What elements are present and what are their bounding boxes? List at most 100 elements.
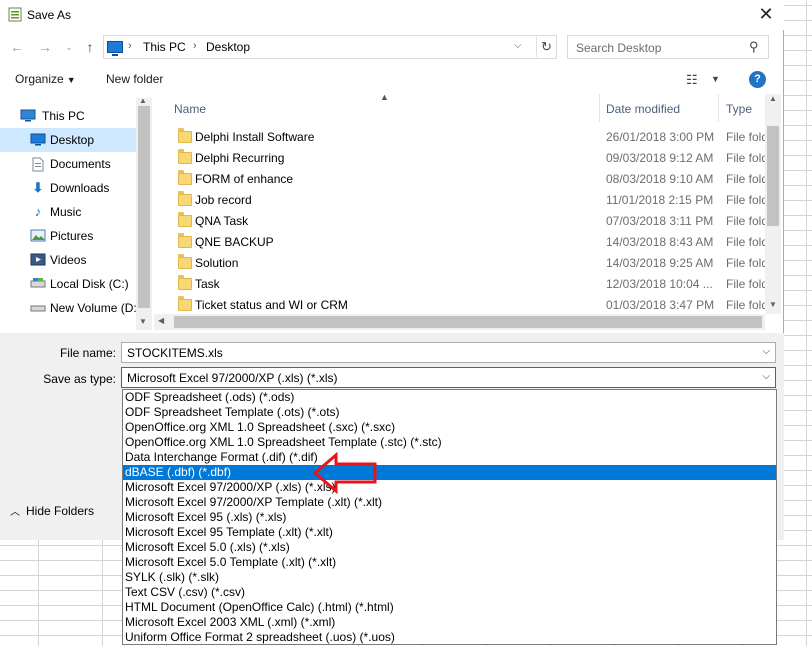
file-type-option[interactable]: Data Interchange Format (.dif) (*.dif): [123, 450, 776, 465]
downloads-icon: ⬇: [32, 180, 44, 195]
folder-icon: [178, 212, 192, 227]
nav-item-label: Desktop: [50, 133, 95, 147]
file-name: Solution: [195, 256, 239, 270]
file-type-option[interactable]: SYLK (.slk) (*.slk): [123, 570, 776, 585]
scroll-down-arrow-icon[interactable]: ▼: [769, 300, 777, 309]
file-type-option[interactable]: Microsoft Excel 97/2000/XP (.xls) (*.xls…: [123, 480, 776, 495]
nav-item-videos[interactable]: Videos: [0, 248, 136, 272]
save-as-type-select[interactable]: Microsoft Excel 97/2000/XP (.xls) (*.xls…: [121, 367, 776, 388]
column-header-date-modified[interactable]: Date modified: [606, 102, 680, 116]
desktop-icon: [30, 133, 46, 147]
file-type-option[interactable]: Text CSV (.csv) (*.csv): [123, 585, 776, 600]
file-name-label: File name:: [59, 346, 116, 360]
save-as-type-dropdown-list[interactable]: ODF Spreadsheet (.ods) (*.ods) ODF Spread…: [122, 389, 777, 645]
window-title: Save As: [27, 8, 72, 22]
file-row[interactable]: Ticket status and WI or CRM 01/03/2018 3:…: [154, 295, 765, 316]
folder-icon: [178, 254, 192, 269]
column-header-type[interactable]: Type: [726, 102, 752, 116]
nav-item-pictures[interactable]: Pictures: [0, 224, 136, 248]
chevron-down-icon[interactable]: ⌵: [762, 371, 770, 382]
file-row[interactable]: Job record 11/01/2018 2:15 PM File folder: [154, 190, 765, 211]
pictures-icon: [30, 229, 46, 243]
scroll-up-arrow-icon[interactable]: ▲: [139, 96, 147, 105]
scroll-left-arrow-icon[interactable]: ◀: [158, 316, 164, 325]
file-type-option[interactable]: HTML Document (OpenOffice Calc) (.html) …: [123, 600, 776, 615]
chevron-down-icon[interactable]: ▼: [711, 74, 720, 84]
refresh-icon[interactable]: ↻: [536, 37, 556, 57]
file-list-vertical-scrollbar[interactable]: ▲ ▼: [765, 94, 781, 314]
file-type-option[interactable]: ODF Spreadsheet Template (.ots) (*.ots): [123, 405, 776, 420]
organize-button[interactable]: Organize ▼: [15, 72, 76, 86]
forward-arrow-icon[interactable]: →: [36, 38, 54, 56]
recent-locations-chevron-icon[interactable]: ⌄: [60, 38, 78, 56]
column-header-name[interactable]: Name: [174, 102, 206, 116]
file-row[interactable]: Task 12/03/2018 10:04 ... File folder: [154, 274, 765, 295]
up-arrow-icon[interactable]: ↑: [81, 38, 99, 56]
scrollbar-thumb[interactable]: [138, 106, 150, 308]
breadcrumb-desktop[interactable]: Desktop: [206, 40, 250, 54]
folder-icon: [178, 128, 192, 143]
file-list-horizontal-scrollbar[interactable]: ◀: [154, 314, 765, 330]
file-name: Task: [195, 277, 220, 291]
file-date-modified: 12/03/2018 10:04 ...: [606, 277, 713, 291]
file-row[interactable]: QNA Task 07/03/2018 3:11 PM File folder: [154, 211, 765, 232]
nav-item-music[interactable]: ♪ Music: [0, 200, 136, 224]
nav-item-local-disk[interactable]: Local Disk (C:): [0, 272, 136, 296]
file-type-option[interactable]: Microsoft Excel 95 Template (.xlt) (*.xl…: [123, 525, 776, 540]
scrollbar-thumb[interactable]: [767, 126, 779, 226]
scrollbar-thumb[interactable]: [174, 316, 762, 328]
file-type-option[interactable]: Microsoft Excel 5.0 Template (.xlt) (*.x…: [123, 555, 776, 570]
file-row[interactable]: QNE BACKUP 14/03/2018 8:43 AM File folder: [154, 232, 765, 253]
file-type: File folder: [726, 214, 765, 228]
view-options-icon[interactable]: ☷: [686, 72, 698, 88]
chevron-down-icon[interactable]: ⌵: [762, 346, 770, 357]
nav-item-downloads[interactable]: ⬇ Downloads: [0, 176, 136, 200]
navigation-pane: This PC Desktop Documents ⬇ Downloads ♪ …: [0, 96, 152, 330]
nav-item-this-pc[interactable]: This PC: [0, 104, 136, 128]
search-box[interactable]: ⚲: [567, 35, 769, 59]
file-type-option[interactable]: dBASE (.dbf) (*.dbf): [123, 465, 776, 480]
file-name-field[interactable]: STOCKITEMS.xls ⌵: [121, 342, 776, 363]
nav-item-new-volume[interactable]: New Volume (D:: [0, 296, 137, 320]
file-row[interactable]: Delphi Install Software 26/01/2018 3:00 P…: [154, 127, 765, 148]
scroll-down-arrow-icon[interactable]: ▼: [139, 317, 147, 326]
file-type: File folder: [726, 172, 765, 186]
back-arrow-icon[interactable]: ←: [8, 38, 26, 56]
nav-item-label: New Volume (D:: [50, 301, 137, 315]
drive-icon: [30, 277, 46, 291]
file-type-option[interactable]: Microsoft Excel 5.0 (.xls) (*.xls): [123, 540, 776, 555]
file-type-option[interactable]: Microsoft Excel 95 (.xls) (*.xls): [123, 510, 776, 525]
file-date-modified: 14/03/2018 8:43 AM: [606, 235, 714, 249]
file-name: Delphi Install Software: [195, 130, 315, 144]
chevron-down-icon: ▼: [66, 75, 76, 85]
nav-pane-scrollbar[interactable]: ▲ ▼: [136, 96, 152, 330]
search-input[interactable]: [576, 40, 746, 55]
file-type: File folder: [726, 151, 765, 165]
file-row[interactable]: Solution 14/03/2018 9:25 AM File folder: [154, 253, 765, 274]
file-name: Ticket status and WI or CRM: [195, 298, 348, 312]
file-type-option[interactable]: OpenOffice.org XML 1.0 Spreadsheet (.sxc…: [123, 420, 776, 435]
file-type-option[interactable]: Microsoft Excel 2003 XML (.xml) (*.xml): [123, 615, 776, 630]
new-folder-button[interactable]: New folder: [106, 72, 163, 86]
scroll-up-arrow-icon[interactable]: ▲: [769, 94, 777, 103]
file-name: QNA Task: [195, 214, 249, 228]
address-dropdown-icon[interactable]: ⌵: [514, 40, 522, 51]
column-divider[interactable]: [718, 94, 719, 122]
file-type-option[interactable]: ODF Spreadsheet (.ods) (*.ods): [123, 390, 776, 405]
address-bar[interactable]: › This PC › Desktop ⌵ ↻: [103, 35, 557, 59]
nav-item-desktop[interactable]: Desktop: [0, 128, 136, 152]
column-divider[interactable]: [599, 94, 600, 122]
file-row[interactable]: Delphi Recurring 09/03/2018 9:12 AM File f…: [154, 148, 765, 169]
hide-folders-button[interactable]: ︿ Hide Folders: [10, 503, 94, 518]
nav-item-label: Local Disk (C:): [50, 277, 129, 291]
file-type-option[interactable]: Uniform Office Format 2 spreadsheet (.uo…: [123, 630, 776, 645]
file-name: Delphi Recurring: [195, 151, 285, 165]
file-type-option[interactable]: OpenOffice.org XML 1.0 Spreadsheet Templ…: [123, 435, 776, 450]
nav-item-documents[interactable]: Documents: [0, 152, 136, 176]
file-row[interactable]: FORM of enhance 08/03/2018 9:10 AM File fo…: [154, 169, 765, 190]
breadcrumb-this-pc[interactable]: This PC: [143, 40, 186, 54]
file-type-option[interactable]: Microsoft Excel 97/2000/XP Template (.xl…: [123, 495, 776, 510]
close-button[interactable]: ✕: [754, 3, 778, 25]
computer-icon: [20, 109, 36, 123]
help-button[interactable]: ?: [749, 71, 766, 88]
